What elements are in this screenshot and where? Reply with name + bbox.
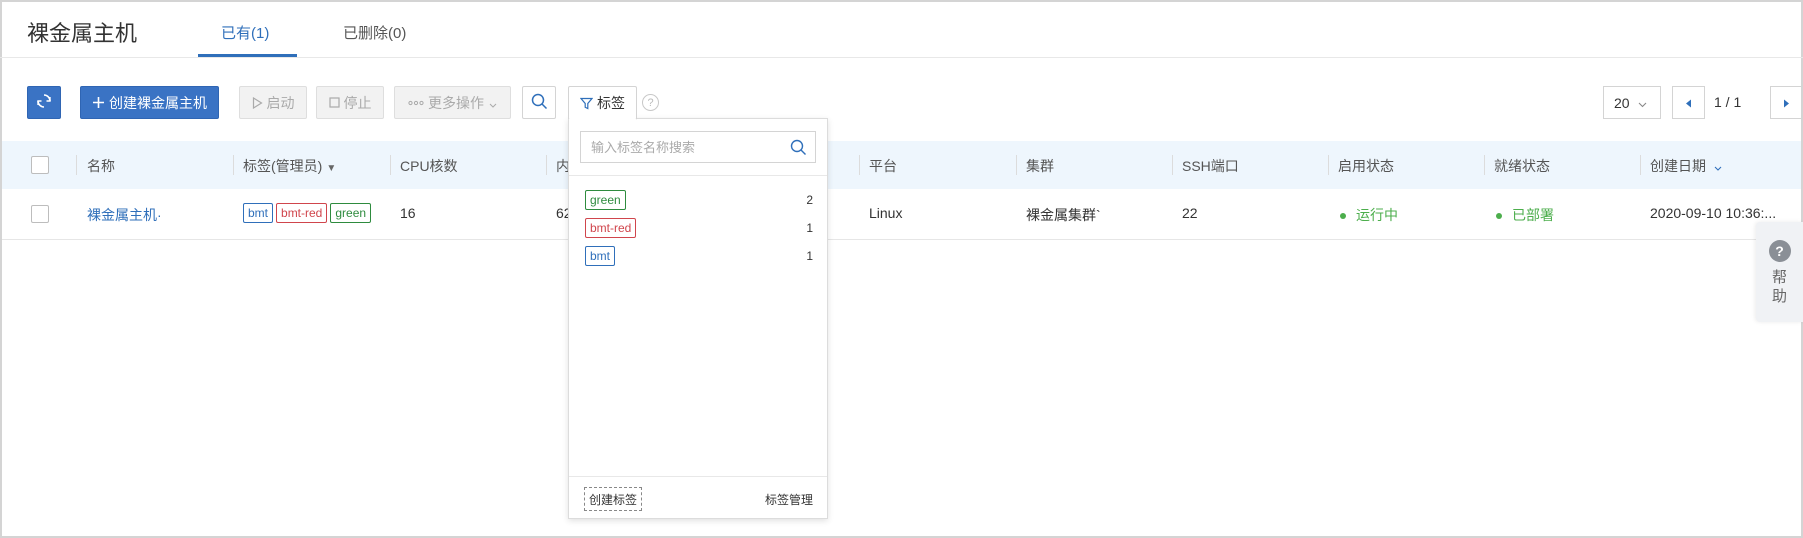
- status-dot-icon: [1340, 213, 1346, 220]
- caret-down-icon: ▼: [326, 163, 337, 174]
- tag-option-bmt-red[interactable]: bmt-red 1: [585, 217, 813, 239]
- refresh-icon: [35, 92, 53, 113]
- tag-badge: green: [585, 190, 626, 210]
- manage-tags-link[interactable]: 标签管理: [765, 491, 813, 508]
- create-tag-button[interactable]: 创建标签: [584, 487, 643, 511]
- column-header-tags-label: 标签(管理员): [243, 158, 323, 174]
- filter-icon: [580, 97, 593, 110]
- column-header-cluster[interactable]: 集群: [1026, 156, 1054, 176]
- divider: [569, 476, 827, 477]
- stop-icon: [328, 97, 340, 108]
- tag-option-bmt[interactable]: bmt 1: [585, 245, 813, 267]
- create-button-label: 创建裸金属主机: [109, 94, 207, 111]
- search-button[interactable]: [522, 86, 556, 119]
- cluster-cell: 裸金属集群`: [1026, 207, 1101, 223]
- next-page-button[interactable]: [1770, 86, 1803, 119]
- column-separator: [233, 155, 234, 175]
- tag-list: bmt bmt-red green: [243, 203, 374, 223]
- chevron-down-icon: [1638, 95, 1647, 111]
- column-separator: [859, 155, 860, 175]
- column-header-ready-status[interactable]: 就绪状态: [1494, 156, 1550, 176]
- create-bare-metal-button[interactable]: 创建裸金属主机: [80, 86, 219, 119]
- enable-status-cell: 运行中: [1340, 205, 1398, 225]
- created-date-cell: 2020-09-10 10:36:...: [1650, 205, 1777, 221]
- column-header-platform[interactable]: 平台: [869, 156, 897, 176]
- ready-status-text: 已部署: [1512, 207, 1554, 223]
- page-size-value: 20: [1614, 94, 1630, 111]
- tag-option-green[interactable]: green 2: [585, 189, 813, 211]
- tag-filter-button[interactable]: 标签: [568, 86, 637, 120]
- triangle-right-icon: [1783, 95, 1790, 111]
- column-separator: [1640, 155, 1641, 175]
- tag-badge: bmt: [585, 246, 616, 266]
- divider: [569, 175, 827, 176]
- column-separator: [390, 155, 391, 175]
- column-header-created[interactable]: 创建日期: [1650, 156, 1722, 176]
- column-header-tags[interactable]: 标签(管理员) ▼: [243, 156, 336, 176]
- column-header-enable-status[interactable]: 启用状态: [1338, 156, 1394, 176]
- active-tab-indicator: [198, 54, 297, 57]
- column-separator: [1484, 155, 1485, 175]
- triangle-left-icon: [1685, 95, 1692, 111]
- table-header: 名称 标签(管理员) ▼ CPU核数 内 平台 集群 SSH端口 启用状态 就绪状…: [2, 141, 1801, 189]
- page-title: 裸金属主机: [27, 22, 138, 47]
- column-separator: [76, 155, 77, 175]
- column-header-name[interactable]: 名称: [87, 156, 115, 176]
- tag-search-input[interactable]: [591, 139, 791, 155]
- select-all-checkbox[interactable]: [31, 156, 49, 174]
- row-checkbox[interactable]: [31, 205, 49, 223]
- tag-filter-dropdown: green 2 bmt-red 1 bmt 1 创建标签 标签管理: [568, 118, 828, 519]
- table-row[interactable]: 裸金属主机· bmt bmt-red green 16 62 Linux 裸金属集群…: [2, 189, 1801, 240]
- tab-deleted[interactable]: 已删除(0): [343, 22, 406, 43]
- search-icon: [531, 93, 548, 113]
- column-header-cpu[interactable]: CPU核数: [400, 156, 458, 176]
- stop-button-label: 停止: [343, 94, 372, 111]
- plus-icon: [92, 96, 105, 109]
- chevron-down-icon: [1714, 158, 1722, 174]
- help-icon[interactable]: ?: [642, 94, 659, 111]
- more-actions-button[interactable]: 更多操作: [394, 86, 511, 119]
- ready-status-cell: 已部署: [1496, 205, 1554, 225]
- more-dots-icon: [408, 100, 424, 106]
- help-widget[interactable]: ? 帮助: [1756, 222, 1803, 322]
- tag-badge[interactable]: bmt-red: [276, 203, 328, 223]
- host-name-link[interactable]: 裸金属主机·: [87, 205, 162, 225]
- tag-badge[interactable]: green: [330, 203, 372, 223]
- cpu-cores-cell: 16: [400, 205, 416, 221]
- enable-status-text: 运行中: [1356, 207, 1398, 223]
- prev-page-button[interactable]: [1672, 86, 1705, 119]
- ssh-port-cell: 22: [1182, 205, 1198, 221]
- start-button-label: 启动: [266, 94, 295, 111]
- window-frame: [0, 0, 1803, 538]
- status-dot-icon: [1496, 213, 1502, 220]
- column-separator: [1016, 155, 1017, 175]
- refresh-button[interactable]: [27, 86, 61, 119]
- tag-filter-label: 标签: [597, 95, 625, 111]
- column-separator: [546, 155, 547, 175]
- help-label: 帮助: [1771, 268, 1787, 305]
- chevron-down-icon: [489, 95, 497, 111]
- more-actions-label: 更多操作: [428, 94, 484, 111]
- page-size-select[interactable]: 20: [1603, 86, 1661, 119]
- page-header: 裸金属主机 已有(1) 已删除(0): [0, 0, 1803, 58]
- page-indicator: 1 / 1: [1714, 94, 1742, 110]
- tag-count: 1: [806, 221, 813, 235]
- stop-button[interactable]: 停止: [316, 86, 384, 119]
- column-header-ssh-port[interactable]: SSH端口: [1182, 156, 1239, 176]
- play-icon: [252, 96, 263, 109]
- column-separator: [1172, 155, 1173, 175]
- tag-badge[interactable]: bmt: [243, 203, 274, 223]
- search-icon[interactable]: [790, 139, 807, 159]
- column-separator: [1328, 155, 1329, 175]
- help-icon: ?: [1768, 240, 1791, 262]
- tab-existing[interactable]: 已有(1): [221, 22, 269, 43]
- platform-cell: Linux: [869, 205, 903, 221]
- start-button[interactable]: 启动: [239, 86, 307, 119]
- tag-search-box: [580, 131, 816, 163]
- column-header-created-label: 创建日期: [1650, 158, 1706, 174]
- tag-count: 2: [806, 193, 813, 207]
- tag-badge: bmt-red: [585, 218, 637, 238]
- tag-count: 1: [806, 249, 813, 263]
